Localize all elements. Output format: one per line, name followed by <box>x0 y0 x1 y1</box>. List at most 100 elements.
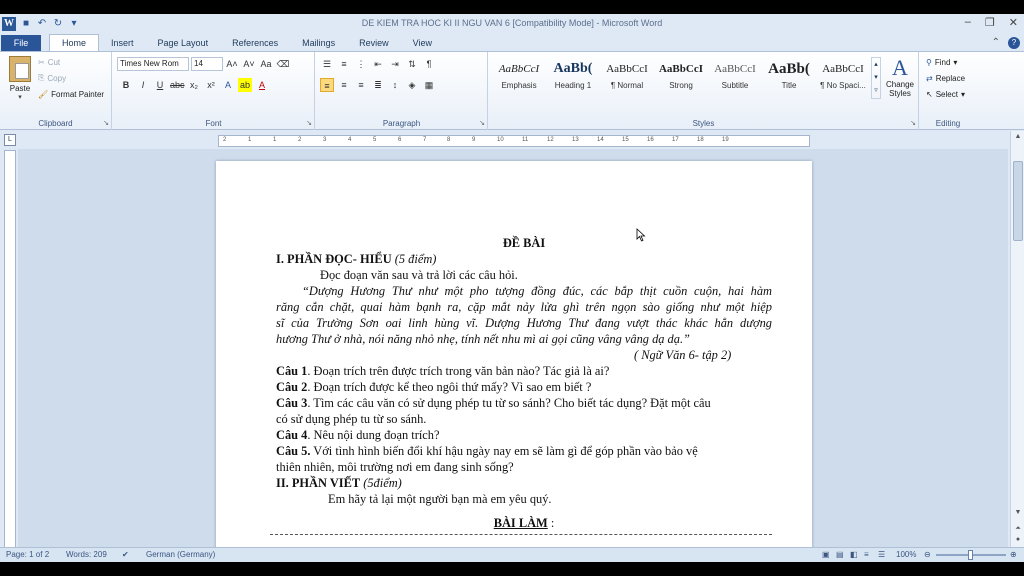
text-effects-icon[interactable]: A <box>221 78 235 92</box>
italic-icon[interactable]: I <box>136 78 150 92</box>
clipboard-launcher-icon[interactable]: ↘ <box>103 119 109 127</box>
tab-selector-icon[interactable]: L <box>4 134 16 146</box>
justify-icon[interactable]: ≣ <box>371 78 385 92</box>
shading-icon[interactable]: ◈ <box>405 78 419 92</box>
web-layout-icon[interactable]: ◧ <box>850 550 858 559</box>
style-no-spacing[interactable]: AaBbCcI ¶ No Spaci... <box>817 57 869 99</box>
print-layout-icon[interactable]: ▣ <box>822 550 830 559</box>
paste-dropdown-icon[interactable]: ▾ <box>6 93 34 101</box>
scrollbar-thumb[interactable] <box>1013 161 1023 241</box>
styles-scroll[interactable]: ▴ ▾ ▿ <box>871 57 881 99</box>
show-formatting-icon[interactable]: ¶ <box>422 57 436 71</box>
select-button[interactable]: ↖ Select ▾ <box>926 87 965 101</box>
find-label: Find <box>934 57 951 67</box>
zoom-in-icon[interactable]: ⊕ <box>1010 550 1017 559</box>
style-subtitle[interactable]: AaBbCcI Subtitle <box>709 57 761 99</box>
minimize-icon[interactable]: – <box>965 16 971 29</box>
question-text: . Nêu nội dung đoạn trích? <box>307 428 440 442</box>
numbering-icon[interactable]: ≡ <box>337 57 351 71</box>
outline-icon[interactable]: ≡ <box>864 550 869 559</box>
language[interactable]: German (Germany) <box>146 550 215 559</box>
word-count[interactable]: Words: 209 <box>66 550 107 559</box>
section1-points: (5 điểm) <box>394 252 437 266</box>
tab-page-layout[interactable]: Page Layout <box>146 35 221 52</box>
style-name: ¶ Normal <box>610 81 644 90</box>
subscript-icon[interactable]: x₂ <box>187 78 201 92</box>
tab-view[interactable]: View <box>401 35 444 52</box>
highlight-icon[interactable]: ab <box>238 78 252 92</box>
ruler-number: 8 <box>447 137 451 143</box>
format-painter-button[interactable]: 🖌 Format Painter <box>38 87 104 101</box>
clear-formatting-icon[interactable]: ⌫ <box>276 57 290 71</box>
draft-icon[interactable]: ☰ <box>878 550 885 559</box>
decrease-indent-icon[interactable]: ⇤ <box>371 57 385 71</box>
ruler-numbers: 2 1 1 2 3 4 5 6 7 8 9 10 11 12 13 14 15 16 17 18 19 <box>219 136 809 146</box>
scroll-down-icon[interactable]: ▼ <box>1011 507 1024 519</box>
scroll-up-icon[interactable]: ▲ <box>1011 131 1024 143</box>
superscript-icon[interactable]: x² <box>204 78 218 92</box>
strikethrough-icon[interactable]: abc <box>170 78 185 92</box>
find-button[interactable]: ⚲ Find ▾ <box>926 55 957 69</box>
style-title[interactable]: AaBb( Title <box>763 57 815 99</box>
style-emphasis[interactable]: AaBbCcI Emphasis <box>493 57 545 99</box>
style-name: ¶ No Spaci... <box>820 81 866 90</box>
full-screen-icon[interactable]: ▤ <box>836 550 844 559</box>
bold-icon[interactable]: B <box>119 78 133 92</box>
tab-home[interactable]: Home <box>49 34 100 52</box>
align-left-icon[interactable]: ≡ <box>320 78 334 92</box>
zoom-slider[interactable] <box>936 550 1006 560</box>
line-spacing-icon[interactable]: ↕ <box>388 78 402 92</box>
change-styles-button[interactable]: A Change Styles <box>883 56 917 99</box>
tab-references[interactable]: References <box>220 35 290 52</box>
style-normal[interactable]: AaBbCcI ¶ Normal <box>601 57 653 99</box>
style-heading-1[interactable]: AaBb( Heading 1 <box>547 57 599 99</box>
paragraph-launcher-icon[interactable]: ↘ <box>479 119 485 127</box>
bullets-icon[interactable]: ☰ <box>320 57 334 71</box>
document-body[interactable]: ĐỀ BÀI I. PHẦN ĐỌC- HIỂU (5 điểm) Đọc đo… <box>270 235 772 535</box>
tab-insert[interactable]: Insert <box>99 35 146 52</box>
paragraph-row2: ≡ ≡ ≡ ≣ ↕ ◈ ▦ <box>320 78 436 92</box>
font-row1: A˄ A˅ Aa ⌫ <box>225 57 290 71</box>
copy-button[interactable]: ⎘ Copy <box>38 71 66 85</box>
page-count[interactable]: Page: 1 of 2 <box>6 550 49 559</box>
ribbon-right-controls: ⌃ ? <box>992 37 1020 49</box>
document-page[interactable]: ĐỀ BÀI I. PHẦN ĐỌC- HIỂU (5 điểm) Đọc đo… <box>216 161 812 561</box>
zoom-out-icon[interactable]: ⊖ <box>924 550 931 559</box>
borders-icon[interactable]: ▦ <box>422 78 436 92</box>
cut-button[interactable]: ✂ Cut <box>38 55 60 69</box>
grow-font-icon[interactable]: A˄ <box>225 57 239 71</box>
zoom-slider-thumb[interactable] <box>968 550 973 560</box>
paste-button[interactable]: Paste ▾ <box>6 56 34 101</box>
tab-file[interactable]: File <box>1 35 41 52</box>
tab-mailings[interactable]: Mailings <box>290 35 347 52</box>
styles-launcher-icon[interactable]: ↘ <box>910 119 916 127</box>
proofing-icon[interactable]: ✔ <box>122 550 129 559</box>
align-center-icon[interactable]: ≡ <box>337 78 351 92</box>
collapse-ribbon-icon[interactable]: ⌃ <box>992 37 1000 49</box>
font-family-select[interactable]: Times New Rom <box>117 57 189 71</box>
restore-icon[interactable]: ❐ <box>985 16 995 29</box>
increase-indent-icon[interactable]: ⇥ <box>388 57 402 71</box>
paragraph-row1: ☰ ≡ ⋮ ⇤ ⇥ ⇅ ¶ <box>320 57 436 71</box>
vertical-scrollbar[interactable]: ▲ ▼ ⏶ ● ⏷ <box>1010 131 1024 561</box>
vertical-ruler[interactable] <box>4 150 16 560</box>
font-launcher-icon[interactable]: ↘ <box>306 119 312 127</box>
style-strong[interactable]: AaBbCcI Strong <box>655 57 707 99</box>
font-color-icon[interactable]: A <box>255 78 269 92</box>
multilevel-list-icon[interactable]: ⋮ <box>354 57 368 71</box>
tab-review[interactable]: Review <box>347 35 401 52</box>
ruler-number: 14 <box>597 137 604 143</box>
close-icon[interactable]: ✕ <box>1009 16 1018 29</box>
underline-icon[interactable]: U <box>153 78 167 92</box>
zoom-level[interactable]: 100% <box>896 550 916 559</box>
section2-points: (5điểm) <box>363 476 402 490</box>
change-case-icon[interactable]: Aa <box>259 57 273 71</box>
shrink-font-icon[interactable]: A˅ <box>242 57 256 71</box>
replace-button[interactable]: ⇄ Replace <box>926 71 965 85</box>
sort-icon[interactable]: ⇅ <box>405 57 419 71</box>
help-icon[interactable]: ? <box>1008 37 1020 49</box>
font-size-select[interactable]: 14 <box>191 57 223 71</box>
horizontal-ruler[interactable]: 2 1 1 2 3 4 5 6 7 8 9 10 11 12 13 14 15 16 17 18 19 <box>218 135 810 147</box>
question-2: Câu 2. Đoạn trích được kể theo ngôi thứ … <box>276 379 772 395</box>
align-right-icon[interactable]: ≡ <box>354 78 368 92</box>
